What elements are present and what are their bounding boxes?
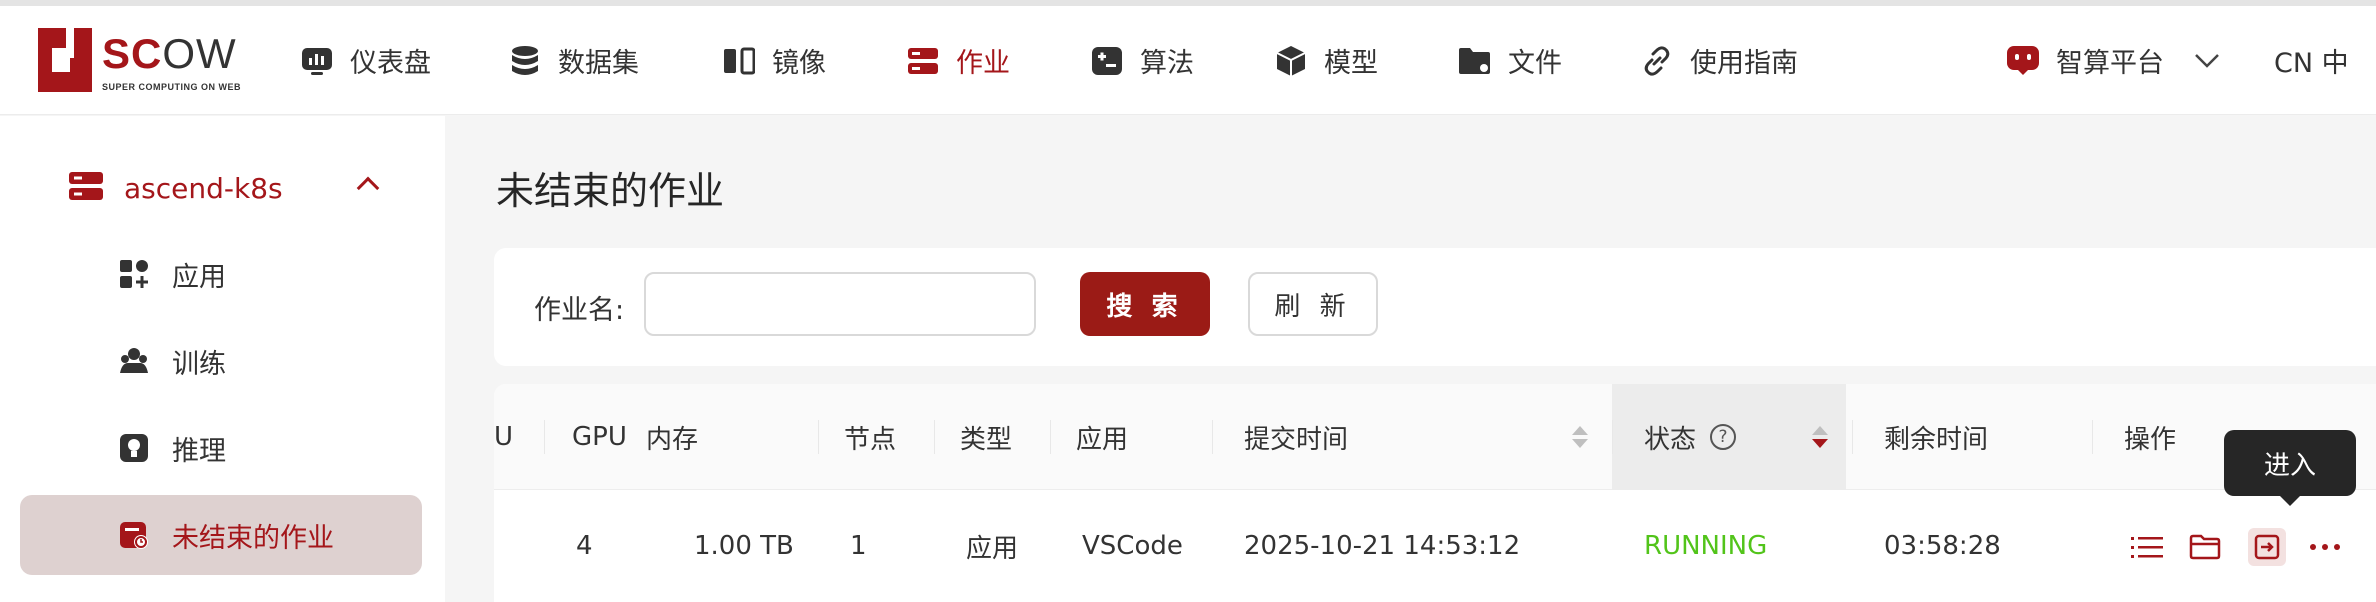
column-label: U	[494, 422, 514, 452]
enter-icon[interactable]	[2248, 528, 2286, 566]
column-header-status[interactable]: 状态 ?	[1612, 384, 1846, 490]
nav-item-files[interactable]: 文件	[1458, 6, 1562, 115]
jobs-table: U GPU 内存 节点 类型 应用 提交时间 状态 ? 剩余时间 操作 4 1.…	[494, 384, 2376, 602]
column-header-app: 应用	[1050, 384, 1212, 490]
more-icon[interactable]	[2306, 528, 2344, 566]
sidebar-item-apps[interactable]: 应用	[20, 234, 422, 314]
sidebar-cluster-ascend-k8s[interactable]: ascend-k8s	[68, 168, 283, 208]
logo-text: SCOW	[102, 30, 237, 77]
sidebar-item-running-jobs[interactable]: 未结束的作业	[20, 495, 422, 575]
help-question-icon[interactable]: ?	[1710, 424, 1737, 450]
cell-app: VSCode	[1082, 531, 1183, 561]
nav-label: 数据集	[558, 48, 639, 79]
column-label: 提交时间	[1244, 424, 1349, 455]
table-header: U GPU 内存 节点 类型 应用 提交时间 状态 ? 剩余时间 操作	[494, 384, 2376, 490]
platform-label: 智算平台	[2056, 48, 2164, 79]
column-header-gpu: GPU	[544, 384, 644, 490]
list-details-icon[interactable]	[2128, 528, 2166, 566]
sidebar: ascend-k8s 应用 训练 推理 未结束的作业	[0, 116, 445, 602]
algorithm-icon	[1090, 44, 1124, 78]
image-icon	[722, 44, 756, 78]
sort-icon[interactable]	[1812, 426, 1828, 448]
column-label: 应用	[1076, 424, 1129, 455]
column-header-submit-time[interactable]: 提交时间	[1212, 384, 1606, 490]
page-title: 未结束的作业	[496, 169, 725, 213]
nav-label: 模型	[1324, 48, 1378, 79]
column-header-type: 类型	[934, 384, 1046, 490]
top-header: SCOW SUPER COMPUTING ON WEB 仪表盘 数据集 镜像 作…	[0, 6, 2376, 115]
refresh-button[interactable]: 刷 新	[1248, 272, 1378, 336]
cell-memory: 1.00 TB	[694, 531, 794, 561]
robot-icon	[2004, 44, 2044, 78]
sidebar-item-label: 推理	[172, 435, 226, 467]
link-icon	[1640, 44, 1674, 78]
sidebar-item-label: 训练	[172, 348, 226, 380]
column-label: 状态	[1644, 424, 1697, 455]
job-name-label: 作业名:	[534, 295, 625, 326]
cell-nodes: 1	[850, 531, 867, 561]
nav-item-datasets[interactable]: 数据集	[508, 6, 639, 115]
folder-open-icon[interactable]	[2186, 528, 2224, 566]
chevron-down-icon	[2194, 45, 2220, 76]
job-name-input[interactable]	[644, 272, 1036, 336]
nav-item-dashboard[interactable]: 仪表盘	[300, 6, 431, 115]
nav-label: 镜像	[772, 48, 826, 79]
dashboard-icon	[300, 44, 334, 78]
sidebar-item-inference[interactable]: 推理	[20, 408, 422, 488]
cell-gpu: 4	[576, 531, 593, 561]
scow-logo-mark	[38, 28, 92, 92]
column-header-cpu: U	[494, 384, 544, 490]
job-icon	[906, 44, 940, 78]
column-label: 操作	[2124, 424, 2177, 455]
logo-subtitle: SUPER COMPUTING ON WEB	[102, 82, 242, 92]
language-label: CN 中	[2274, 48, 2349, 79]
sidebar-item-training[interactable]: 训练	[20, 321, 422, 401]
inference-icon	[118, 432, 150, 464]
enter-tooltip: 进入	[2224, 430, 2356, 506]
search-form: 作业名: 搜 索 刷 新	[494, 248, 2376, 366]
nav-label: 文件	[1508, 48, 1562, 79]
nav-label: 作业	[956, 48, 1010, 79]
nav-item-images[interactable]: 镜像	[722, 6, 826, 115]
nav-item-models[interactable]: 模型	[1274, 6, 1378, 115]
cell-submit-time: 2025-10-21 14:53:12	[1244, 531, 1521, 561]
column-header-memory: 内存	[644, 384, 814, 490]
scow-logo[interactable]: SCOW SUPER COMPUTING ON WEB	[38, 28, 242, 98]
column-label: 剩余时间	[1884, 424, 1989, 455]
cell-status: RUNNING	[1644, 531, 1768, 561]
column-label: 类型	[960, 424, 1013, 455]
folder-icon	[1458, 44, 1492, 78]
training-icon	[118, 345, 150, 377]
cell-remaining-time: 03:58:28	[1884, 531, 2001, 561]
search-button[interactable]: 搜 索	[1080, 272, 1210, 336]
cluster-name: ascend-k8s	[124, 171, 283, 205]
apps-icon	[118, 258, 150, 290]
column-label: GPU	[572, 422, 627, 452]
model-cube-icon	[1274, 44, 1308, 78]
nav-label: 仪表盘	[350, 48, 431, 79]
column-header-nodes: 节点	[818, 384, 930, 490]
column-label: 内存	[646, 424, 699, 455]
nav-label: 使用指南	[1690, 48, 1798, 79]
nav-label: 算法	[1140, 48, 1194, 79]
nav-item-guide[interactable]: 使用指南	[1640, 6, 1798, 115]
column-label: 节点	[844, 424, 897, 455]
column-header-remaining-time: 剩余时间	[1852, 384, 2092, 490]
cell-type: 应用	[966, 533, 1019, 564]
chevron-up-icon[interactable]	[356, 176, 380, 200]
sidebar-item-label: 应用	[172, 261, 226, 293]
sort-icon[interactable]	[1572, 426, 1588, 448]
sidebar-item-label: 未结束的作业	[172, 522, 334, 554]
server-icon	[68, 170, 104, 206]
nav-item-jobs[interactable]: 作业	[906, 6, 1010, 115]
database-icon	[508, 44, 542, 78]
nav-item-algorithms[interactable]: 算法	[1090, 6, 1194, 115]
running-job-icon	[118, 519, 150, 551]
language-switch[interactable]: CN 中	[2274, 6, 2349, 115]
platform-switcher[interactable]: 智算平台	[2004, 6, 2220, 115]
